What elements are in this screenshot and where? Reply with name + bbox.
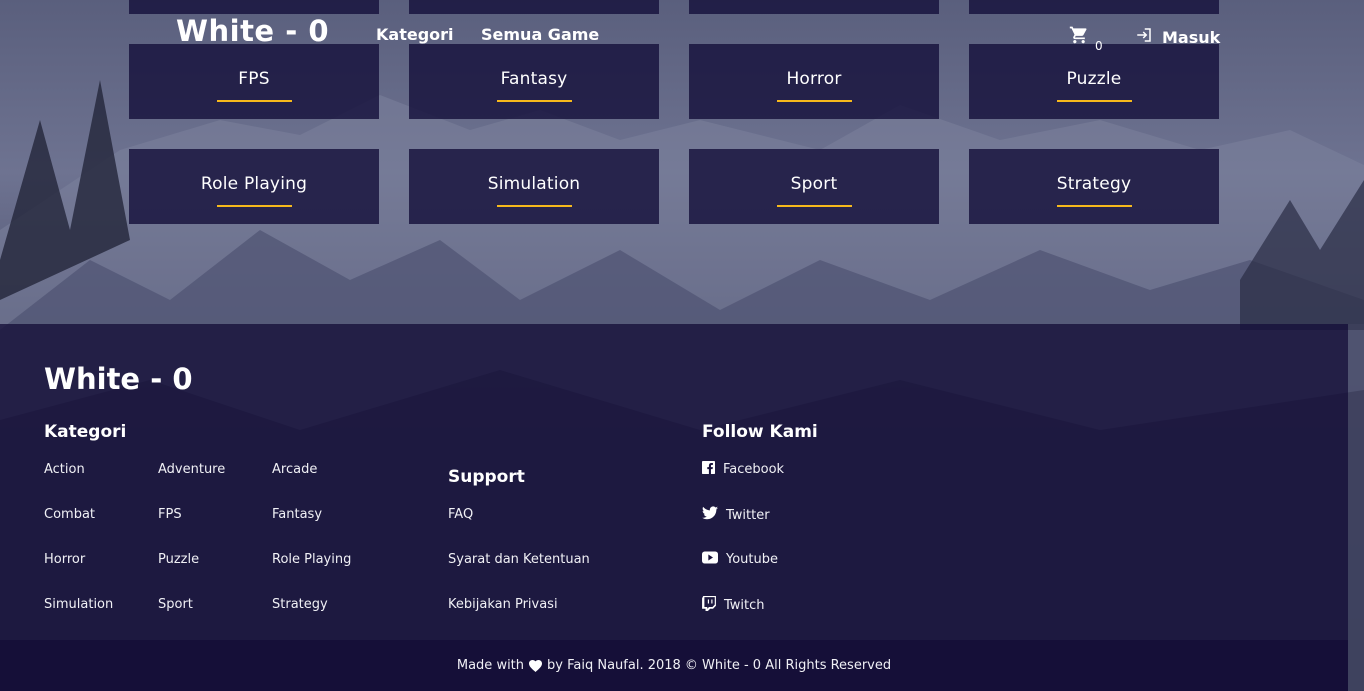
category-label: Simulation xyxy=(487,174,581,194)
footer-kategori-title: Kategori xyxy=(44,422,127,442)
category-label: Sport xyxy=(790,174,838,194)
footer-link-adventure[interactable]: Adventure xyxy=(158,462,225,477)
twitch-icon xyxy=(702,596,716,615)
category-underline xyxy=(1056,205,1132,207)
social-label: Youtube xyxy=(726,552,778,567)
social-label: Twitter xyxy=(726,507,770,523)
social-link-facebook[interactable]: Facebook xyxy=(702,461,784,478)
footer-link-fps[interactable]: FPS xyxy=(158,507,182,522)
login-button[interactable]: Masuk xyxy=(1135,26,1220,48)
footer-support-title: Support xyxy=(448,467,525,487)
social-link-twitter[interactable]: Twitter xyxy=(702,506,770,524)
heart-icon xyxy=(529,659,543,672)
category-card-simulation[interactable]: Simulation xyxy=(409,149,659,224)
footer: White - 0 Kategori Action Adventure Arca… xyxy=(0,324,1348,640)
footer-follow-title: Follow Kami xyxy=(702,422,818,442)
nav-link-kategori[interactable]: Kategori xyxy=(376,25,454,44)
category-underline xyxy=(496,205,572,207)
footer-link-strategy[interactable]: Strategy xyxy=(272,597,328,612)
category-card-sport[interactable]: Sport xyxy=(689,149,939,224)
copyright-bar: Made with by Faiq Naufal. 2018 © White -… xyxy=(0,640,1348,691)
category-card-role-playing[interactable]: Role Playing xyxy=(129,149,379,224)
category-label: Strategy xyxy=(1056,174,1132,194)
category-underline xyxy=(1056,100,1132,102)
category-underline xyxy=(776,205,852,207)
copyright-text-pre: Made with xyxy=(456,658,525,673)
footer-link-privasi[interactable]: Kebijakan Privasi xyxy=(448,597,558,612)
category-label: Role Playing xyxy=(200,174,308,194)
category-underline xyxy=(216,205,292,207)
footer-link-puzzle[interactable]: Puzzle xyxy=(158,552,199,567)
category-card-strategy[interactable]: Strategy xyxy=(969,149,1219,224)
footer-link-faq[interactable]: FAQ xyxy=(448,507,473,522)
footer-brand: White - 0 xyxy=(44,362,193,396)
youtube-icon xyxy=(702,551,718,568)
category-underline xyxy=(216,100,292,102)
category-label: Puzzle xyxy=(1066,69,1122,89)
facebook-icon xyxy=(702,461,715,478)
category-label: Horror xyxy=(786,69,842,89)
footer-link-action[interactable]: Action xyxy=(44,462,85,477)
login-icon xyxy=(1135,26,1153,48)
category-underline xyxy=(776,100,852,102)
brand-logo[interactable]: White - 0 xyxy=(176,14,329,48)
category-label: Fantasy xyxy=(500,69,568,89)
category-label: FPS xyxy=(238,69,270,89)
social-link-youtube[interactable]: Youtube xyxy=(702,551,778,568)
cart-icon xyxy=(1069,25,1089,49)
footer-link-role-playing[interactable]: Role Playing xyxy=(272,552,351,567)
social-label: Facebook xyxy=(723,462,785,477)
scroll-edge xyxy=(1348,324,1364,691)
footer-link-simulation[interactable]: Simulation xyxy=(44,597,113,612)
footer-link-combat[interactable]: Combat xyxy=(44,507,95,522)
navbar: White - 0 Kategori Semua Game 0 Masuk xyxy=(129,0,1220,72)
social-label: Twitch xyxy=(724,598,765,613)
social-link-twitch[interactable]: Twitch xyxy=(702,596,765,615)
footer-link-horror[interactable]: Horror xyxy=(44,552,85,567)
cart-button[interactable]: 0 xyxy=(1069,25,1103,53)
twitter-icon xyxy=(702,506,718,524)
category-underline xyxy=(496,100,572,102)
footer-link-sport[interactable]: Sport xyxy=(158,597,193,612)
footer-link-syarat[interactable]: Syarat dan Ketentuan xyxy=(448,552,590,567)
nav-link-semua-game[interactable]: Semua Game xyxy=(481,25,599,44)
footer-link-arcade[interactable]: Arcade xyxy=(272,462,317,477)
cart-count: 0 xyxy=(1095,39,1103,53)
login-label: Masuk xyxy=(1162,27,1221,47)
copyright-text-post: by Faiq Naufal. 2018 © White - 0 All Rig… xyxy=(547,658,892,673)
footer-link-fantasy[interactable]: Fantasy xyxy=(272,507,322,522)
